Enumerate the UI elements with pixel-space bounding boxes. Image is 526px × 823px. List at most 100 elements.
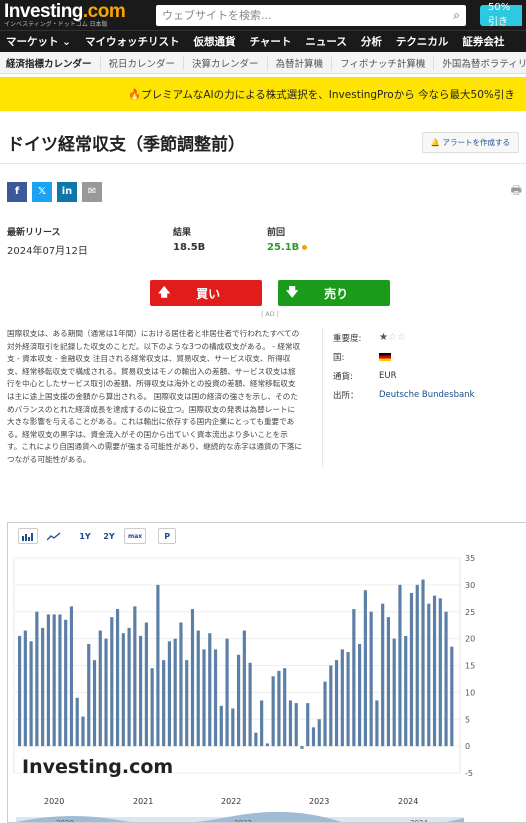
bar bbox=[150, 668, 154, 747]
divider bbox=[0, 163, 526, 164]
sub-nav: 経済指標カレンダー 祝日カレンダー 決算カレンダー 為替計算機 フィボナッチ計算機 外国為… bbox=[0, 52, 526, 74]
bar bbox=[294, 703, 298, 747]
bar bbox=[92, 660, 97, 747]
bar bbox=[121, 633, 125, 747]
range-max-button[interactable]: max bbox=[124, 528, 147, 544]
bar bbox=[271, 676, 275, 747]
bar bbox=[404, 635, 408, 747]
nav-item-0[interactable]: マーケット ⌄ bbox=[6, 34, 71, 49]
subnav-item-4[interactable]: フィボナッチ計算機 bbox=[332, 55, 435, 70]
bar bbox=[64, 619, 68, 747]
line-chart-icon[interactable] bbox=[44, 528, 64, 544]
nav-item-7[interactable]: 証券会社 bbox=[462, 34, 504, 49]
importance-label: 重要度: bbox=[333, 333, 362, 344]
y-tick-label: 10 bbox=[465, 688, 475, 697]
importance-star-icon: ☆ bbox=[396, 332, 406, 343]
bar-chart-icon[interactable] bbox=[18, 528, 38, 544]
range-1y-button[interactable]: 1Y bbox=[76, 528, 94, 544]
latest-release-date: 2024年07月12日 bbox=[7, 246, 88, 257]
x-tick-label: 2021 bbox=[133, 797, 153, 806]
subnav-item-0[interactable]: 経済指標カレンダー bbox=[6, 55, 101, 70]
y-tick-label: 25 bbox=[465, 608, 475, 617]
nav-item-6[interactable]: テクニカル bbox=[396, 34, 449, 49]
print-icon[interactable]: 🖶 bbox=[511, 181, 522, 202]
bar bbox=[375, 700, 379, 747]
previous-label: 前回 bbox=[267, 228, 286, 238]
promo-pill[interactable]: 50%引き bbox=[480, 2, 522, 28]
bar bbox=[415, 584, 419, 747]
subnav-item-1[interactable]: 祝日カレンダー bbox=[101, 55, 185, 70]
search-input[interactable]: ウェブサイトを検索... ⌕ bbox=[156, 4, 466, 26]
bar bbox=[283, 668, 287, 747]
range-2y-button[interactable]: 2Y bbox=[100, 528, 118, 544]
period-button[interactable]: P bbox=[158, 528, 177, 544]
bar bbox=[104, 638, 108, 747]
bar bbox=[41, 627, 45, 747]
bar bbox=[432, 595, 437, 747]
top-bar: Investing.com インベスティング・ドットコム 日本版 ウェブサイトを… bbox=[0, 0, 526, 30]
linkedin-icon[interactable]: in bbox=[57, 181, 77, 202]
bar bbox=[202, 649, 206, 747]
search-icon[interactable]: ⌕ bbox=[453, 8, 460, 23]
bar bbox=[35, 611, 39, 747]
subnav-item-3[interactable]: 為替計算機 bbox=[268, 55, 333, 70]
bar bbox=[213, 649, 218, 747]
bar bbox=[58, 614, 62, 747]
page-title: ドイツ経常収支（季節調整前） bbox=[7, 135, 245, 155]
nav-item-2[interactable]: 仮想通貨 bbox=[193, 34, 235, 49]
previous-value: 25.1B bbox=[267, 242, 300, 253]
currency-label: 通貨: bbox=[333, 371, 353, 382]
twitter-icon[interactable]: 𝕏 bbox=[32, 181, 52, 202]
importance-star-icon: ☆ bbox=[387, 332, 397, 343]
bar bbox=[409, 592, 414, 747]
bar bbox=[133, 606, 137, 747]
bar bbox=[115, 609, 120, 747]
up-arrow-icon: 🡅 bbox=[158, 284, 171, 299]
bar bbox=[265, 743, 269, 747]
bar bbox=[81, 716, 85, 747]
bar bbox=[300, 746, 304, 749]
bar bbox=[87, 644, 91, 747]
bar bbox=[110, 617, 114, 747]
bar bbox=[179, 622, 183, 747]
nav-item-5[interactable]: 分析 bbox=[361, 34, 382, 49]
bar bbox=[317, 719, 321, 747]
bar bbox=[173, 638, 177, 747]
bar bbox=[18, 635, 22, 747]
subnav-item-5[interactable]: 外国為替ボラティリ bbox=[434, 56, 526, 70]
subnav-item-2[interactable]: 決算カレンダー bbox=[184, 55, 268, 70]
promo-banner[interactable]: 🔥プレミアムなAIの力による株式選択を、InvestingProから 今なら最大… bbox=[0, 77, 526, 111]
bar bbox=[75, 697, 79, 747]
share-bar: f 𝕏in ✉ 🖶 bbox=[0, 181, 526, 202]
bar bbox=[52, 614, 56, 747]
bar bbox=[392, 638, 396, 747]
bar bbox=[237, 654, 241, 747]
facebook-icon[interactable]: f bbox=[7, 181, 27, 202]
bar bbox=[346, 652, 350, 747]
email-icon[interactable]: ✉ bbox=[82, 181, 102, 202]
y-tick-label: 5 bbox=[465, 715, 470, 724]
bar bbox=[444, 611, 448, 747]
nav-item-1[interactable]: マイウォッチリスト bbox=[85, 34, 180, 49]
y-tick-label: 35 bbox=[465, 554, 475, 563]
bar bbox=[242, 630, 246, 747]
germany-flag-icon bbox=[379, 352, 391, 361]
bar bbox=[323, 681, 327, 747]
source-link[interactable]: Deutsche Bundesbank bbox=[379, 390, 475, 400]
bar bbox=[29, 641, 33, 747]
nav-item-3[interactable]: チャート bbox=[249, 34, 291, 49]
bar bbox=[254, 732, 258, 747]
watermark-logo: Investing.com bbox=[22, 756, 173, 778]
bar bbox=[46, 614, 50, 747]
bar bbox=[421, 579, 425, 747]
buy-button[interactable]: 🡅 買い bbox=[150, 280, 262, 306]
create-alert-button[interactable]: 🔔 アラートを作成する bbox=[421, 132, 519, 153]
y-tick-label: 20 bbox=[465, 635, 475, 644]
investing-logo[interactable]: Investing.com インベスティング・ドットコム 日本版 bbox=[4, 2, 148, 28]
bar bbox=[23, 630, 27, 747]
ad-label: | AD | bbox=[261, 310, 279, 318]
sell-button[interactable]: 🡇 売り bbox=[278, 280, 390, 306]
nav-item-4[interactable]: ニュース bbox=[305, 34, 346, 49]
bar bbox=[329, 665, 333, 747]
bar bbox=[260, 700, 264, 747]
